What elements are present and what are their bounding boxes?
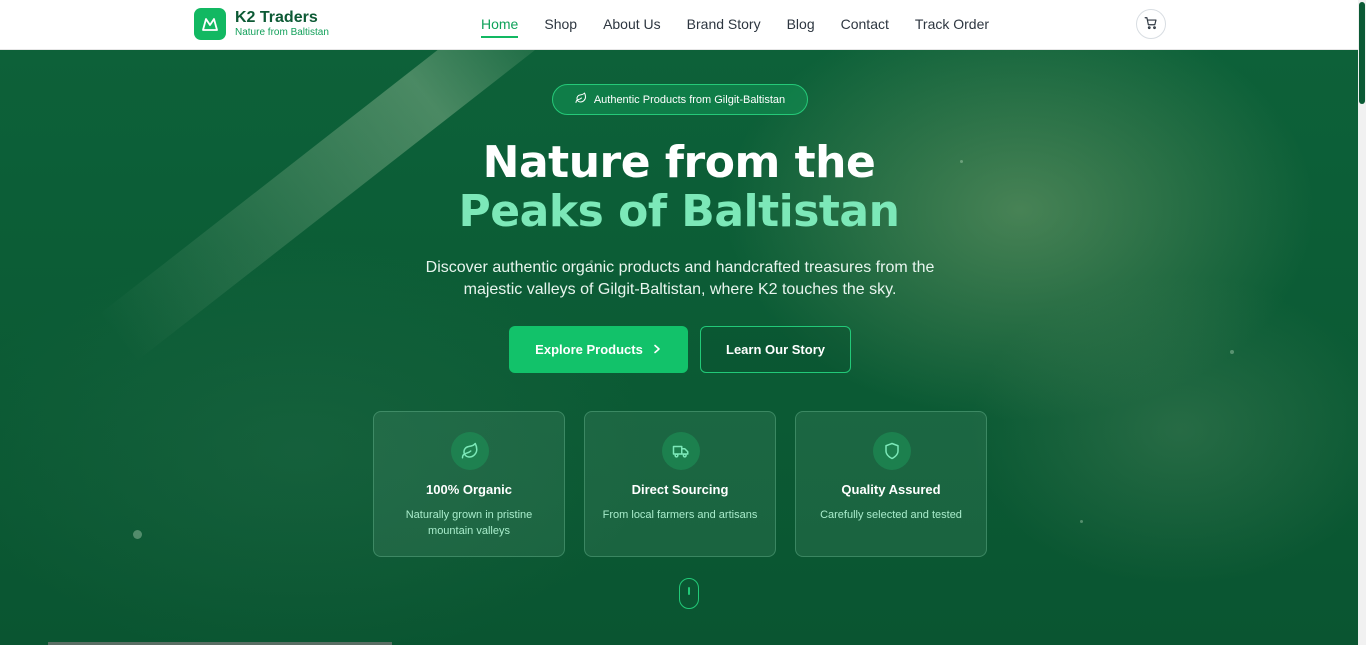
- nav-home[interactable]: Home: [481, 10, 519, 38]
- feature-card-quality: Quality Assured Carefully selected and t…: [795, 411, 987, 557]
- leaf-icon: [451, 432, 489, 470]
- vertical-scrollbar[interactable]: [1358, 0, 1366, 645]
- learn-our-story-button[interactable]: Learn Our Story: [700, 326, 851, 373]
- feature-title: 100% Organic: [426, 482, 512, 497]
- chevron-right-icon: [643, 342, 662, 357]
- feature-description: From local farmers and artisans: [602, 509, 758, 521]
- cart-button[interactable]: [1136, 9, 1166, 39]
- shopping-cart-icon: [1144, 16, 1158, 33]
- logo-title: K2 Traders: [235, 9, 318, 26]
- mountain-logo-icon: [194, 8, 226, 40]
- explore-products-button[interactable]: Explore Products: [509, 326, 688, 373]
- scroll-indicator-dot: [688, 587, 690, 595]
- truck-icon: [662, 432, 700, 470]
- nav-blog[interactable]: Blog: [787, 10, 815, 38]
- learn-our-story-label: Learn Our Story: [726, 342, 825, 357]
- nav-track-order[interactable]: Track Order: [915, 10, 989, 38]
- feature-title: Direct Sourcing: [631, 482, 729, 497]
- nav-brand-story[interactable]: Brand Story: [687, 10, 761, 38]
- main-nav: Home Shop About Us Brand Story Blog Cont…: [481, 0, 1015, 48]
- hero-background-speck: [1230, 350, 1234, 354]
- site-logo[interactable]: K2 Traders Nature from Baltistan: [194, 8, 329, 40]
- leaf-icon: [575, 92, 594, 107]
- feature-description: Naturally grown in pristine mountain val…: [405, 509, 533, 537]
- hero-title-line2: Peaks of Baltistan: [458, 186, 900, 237]
- logo-subtitle: Nature from Baltistan: [235, 27, 329, 38]
- hero-background-speck: [133, 530, 142, 539]
- shield-icon: [873, 432, 911, 470]
- feature-card-organic: 100% Organic Naturally grown in pristine…: [373, 411, 565, 557]
- page: K2 Traders Nature from Baltistan Home Sh…: [0, 0, 1366, 645]
- explore-products-label: Explore Products: [535, 342, 643, 357]
- scroll-down-indicator[interactable]: [679, 578, 699, 609]
- feature-title: Quality Assured: [841, 482, 941, 497]
- scrollbar-thumb[interactable]: [1359, 2, 1365, 104]
- nav-contact[interactable]: Contact: [841, 10, 889, 38]
- hero-section: Authentic Products from Gilgit-Baltistan…: [0, 50, 1358, 645]
- site-header: K2 Traders Nature from Baltistan Home Sh…: [0, 0, 1358, 50]
- hero-title: Nature from the Peaks of Baltistan: [0, 138, 1358, 236]
- origin-badge-label: Authentic Products from Gilgit-Baltistan: [593, 93, 786, 106]
- feature-description: Carefully selected and tested: [820, 509, 962, 521]
- nav-shop[interactable]: Shop: [544, 10, 577, 38]
- hero-title-line1: Nature from the: [482, 137, 876, 188]
- origin-badge: Authentic Products from Gilgit-Baltistan: [552, 84, 808, 115]
- nav-about-us[interactable]: About Us: [603, 10, 661, 38]
- feature-card-sourcing: Direct Sourcing From local farmers and a…: [584, 411, 776, 557]
- hero-description: Discover authentic organic products and …: [425, 259, 935, 298]
- hero-background-speck: [1080, 520, 1083, 523]
